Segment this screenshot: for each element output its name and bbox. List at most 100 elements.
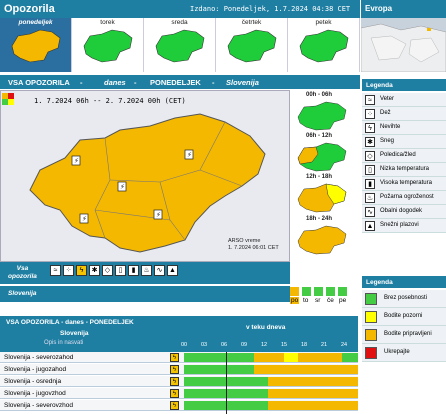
day-label-po[interactable]: po (290, 297, 300, 304)
level-pripravljeni: Bodite pripravljeni (362, 326, 446, 344)
svg-text:⚡: ⚡ (74, 157, 79, 165)
avalanche-icon: ▲ (365, 221, 375, 231)
coastal-event-icon: ∿ (365, 207, 375, 217)
level-swatch (365, 311, 377, 323)
table-row[interactable]: Slovenija - jugozahod ϟ (0, 364, 358, 375)
legend-label: Snežni plazovi (380, 222, 419, 228)
arso-date: 1. 7.2024 06:01 CET (228, 245, 279, 251)
slovenia-mini-map (227, 29, 277, 63)
svg-text:⚡: ⚡ (156, 211, 161, 219)
high-temperature-icon[interactable]: ▮ (128, 265, 139, 276)
day-tile-cetrtek[interactable]: četrtek (216, 18, 288, 72)
slot-map-0[interactable] (294, 101, 350, 131)
europe-map-graphic (361, 18, 446, 72)
hour-label: 24 (341, 342, 348, 348)
storm-icon[interactable]: ϟ (170, 365, 179, 374)
fire-icon[interactable]: ♨ (141, 265, 152, 276)
legend-label: Nevihte (380, 124, 401, 130)
level-pozorni: Bodite pozorni (362, 308, 446, 326)
day-tile-petek[interactable]: petek (288, 18, 360, 72)
day-tile-ponedeljek[interactable]: ponedeljek (0, 18, 72, 72)
wind-icon[interactable]: ≈ (50, 265, 61, 276)
day-label: petek (315, 19, 332, 26)
table-row[interactable]: Slovenija - jugovzhod ϟ (0, 388, 358, 399)
header-region: Slovenija (226, 78, 259, 87)
all-warnings-label-line2: opozorila (8, 273, 37, 280)
legend-item-nevihte: ϟ Nevihte (362, 121, 446, 135)
legend-item-obalni: ∿ Obalni dogodek (362, 205, 446, 219)
table-row[interactable]: Slovenija - severozahod ϟ (0, 352, 358, 363)
level-swatch (365, 329, 377, 341)
hour-label: 06 (221, 342, 228, 348)
all-warnings-label: Vsa opozorila (8, 265, 37, 281)
rain-icon[interactable]: ⁘ (63, 265, 74, 276)
slovenia-mini-map (299, 29, 349, 63)
day-label-ce[interactable]: če (327, 297, 334, 304)
table-row[interactable]: Slovenija - severovzhod ϟ (0, 400, 358, 411)
day-tile-sreda[interactable]: sreda (144, 18, 216, 72)
slot-map-3[interactable] (294, 225, 350, 255)
level-none: Brez posebnosti (362, 290, 446, 308)
day-label-pe[interactable]: pe (339, 297, 346, 304)
storm-icon[interactable]: ϟ (170, 353, 179, 362)
day-label-to[interactable]: to (303, 297, 308, 304)
header-day: PONEDELJEK (150, 78, 201, 87)
slot-map-2[interactable] (294, 183, 350, 213)
legend-levels-title: Legenda (362, 276, 446, 288)
date-range: 1. 7.2024 06h -- 2. 7.2024 00h (CET) (34, 97, 186, 105)
level-label: Bodite pripravljeni (384, 331, 432, 337)
header-separator: - (212, 78, 215, 87)
ice-icon: ◇ (365, 151, 375, 161)
fire-icon: ♨ (365, 193, 375, 203)
legend-title: Legenda (362, 79, 446, 91)
europe-header[interactable]: Evropa (361, 0, 446, 18)
ice-icon[interactable]: ◇ (102, 265, 113, 276)
svg-text:⚡: ⚡ (187, 151, 192, 159)
day-box-ce[interactable] (326, 287, 335, 296)
day-label: sreda (171, 19, 188, 26)
day-box-pe[interactable] (338, 287, 347, 296)
europe-map[interactable] (361, 18, 446, 72)
slot-map-1[interactable] (294, 142, 350, 172)
storm-icon[interactable]: ϟ (170, 389, 179, 398)
hour-label: 15 (281, 342, 288, 348)
storm-icon[interactable]: ϟ (170, 401, 179, 410)
hour-label: 18 (301, 342, 308, 348)
day-label: ponedeljek (18, 19, 53, 26)
avalanche-icon[interactable]: ▲ (167, 265, 178, 276)
coastal-event-icon[interactable]: ∿ (154, 265, 165, 276)
row-region: Slovenija - osrednja (4, 378, 62, 385)
hour-label: 03 (201, 342, 208, 348)
table-col-desc: Opis in nasvati (44, 340, 84, 346)
low-temperature-icon[interactable]: ▯ (115, 265, 126, 276)
legend-label: Poledica/žled (380, 152, 416, 158)
header-separator: - (134, 78, 137, 87)
main-header: VSA OPOZORILA - danes - PONEDELJEK - Slo… (0, 75, 360, 89)
legend-item-sneg: ✱ Sneg (362, 135, 446, 149)
slovenia-mini-map (11, 29, 61, 63)
slot-label: 06h - 12h (306, 133, 333, 139)
day-tile-torek[interactable]: torek (72, 18, 144, 72)
row-region: Slovenija - jugovzhod (4, 390, 66, 397)
snow-icon[interactable]: ✱ (89, 265, 100, 276)
hour-label: 00 (181, 342, 188, 348)
slovenija-row: Slovenija (0, 286, 290, 302)
arso-credit: ARSO vreme 1. 7.2024 06:01 CET (228, 238, 279, 252)
legend-label: Obalni dogodek (380, 208, 423, 214)
day-box-sr[interactable] (314, 287, 323, 296)
storm-icon[interactable]: ϟ (76, 265, 87, 276)
table-row[interactable]: Slovenija - osrednja ϟ (0, 376, 358, 387)
day-box-po[interactable] (290, 287, 299, 296)
wind-icon: ≈ (365, 95, 375, 105)
row-region: Slovenija - jugozahod (4, 366, 67, 373)
day-label: torek (100, 19, 115, 26)
day-label: četrtek (241, 19, 262, 26)
table-col-time: v teku dneva (246, 324, 286, 331)
legend-item-dez: ⁘ Dež (362, 107, 446, 121)
level-ukrepajte: Ukrepajte (362, 344, 446, 362)
day-label-sr[interactable]: sr (315, 297, 320, 304)
storm-icon[interactable]: ϟ (170, 377, 179, 386)
legend-label: Dež (380, 110, 391, 116)
day-box-to[interactable] (302, 287, 311, 296)
slot-label: 18h - 24h (306, 216, 333, 222)
